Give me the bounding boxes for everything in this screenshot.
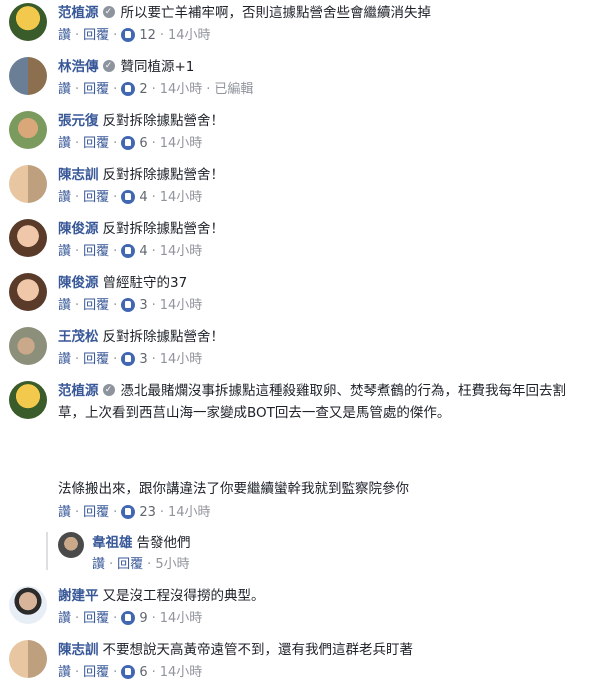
reply-thread-line — [46, 532, 48, 570]
comment-text: 又是沒工程沒得撈的典型。 — [102, 588, 265, 604]
comment-text: 所以要亡羊補牢啊，否則這據點營舍些會繼續消失掉 — [120, 5, 432, 21]
timestamp[interactable]: 5小時 — [155, 557, 189, 572]
like-count[interactable]: 4 — [139, 244, 147, 259]
like-count[interactable]: 23 — [139, 505, 156, 520]
like-reaction-icon[interactable] — [121, 351, 136, 366]
timestamp[interactable]: 14小時 — [160, 665, 203, 680]
like-button[interactable]: 讚 — [58, 136, 71, 151]
like-count[interactable]: 4 — [139, 190, 147, 205]
verified-icon: ✓ — [102, 6, 115, 18]
like-reaction-icon[interactable] — [121, 243, 136, 258]
edited-label[interactable]: 已編輯 — [214, 82, 253, 97]
like-button[interactable]: 讚 — [58, 665, 71, 680]
reply-button[interactable]: 回覆 — [83, 352, 109, 367]
timestamp[interactable]: 14小時 — [160, 190, 203, 205]
reply-button[interactable]: 回覆 — [83, 298, 109, 313]
commenter-name[interactable]: 陳俊源 — [58, 275, 99, 291]
like-count[interactable]: 2 — [139, 82, 147, 97]
commenter-name[interactable]: 范植源 — [58, 383, 99, 399]
like-reaction-icon[interactable] — [121, 27, 136, 42]
reply-button[interactable]: 回覆 — [83, 665, 109, 680]
like-count[interactable]: 12 — [139, 28, 156, 43]
commenter-name[interactable]: 陳志訓 — [58, 167, 99, 183]
like-button[interactable]: 讚 — [58, 352, 71, 367]
like-count[interactable]: 3 — [139, 298, 147, 313]
timestamp[interactable]: 14小時 — [168, 505, 211, 520]
comment-text: 曾經駐守的37 — [102, 275, 188, 291]
timestamp[interactable]: 14小時 — [160, 611, 203, 626]
like-button[interactable]: 讚 — [58, 82, 71, 97]
commenter-name[interactable]: 林浩傳 — [58, 59, 99, 75]
avatar[interactable] — [9, 3, 47, 41]
like-reaction-icon[interactable] — [121, 504, 136, 519]
like-button[interactable]: 讚 — [92, 557, 105, 572]
avatar[interactable] — [9, 273, 47, 311]
avatar[interactable] — [58, 532, 84, 558]
like-button[interactable]: 讚 — [58, 505, 71, 520]
like-button[interactable]: 讚 — [58, 298, 71, 313]
like-button[interactable]: 讚 — [58, 190, 71, 205]
avatar[interactable] — [9, 165, 47, 203]
comment-text: 反對拆除據點營舍！ — [102, 167, 225, 183]
like-count[interactable]: 9 — [139, 611, 147, 626]
comment-text: 反對拆除據點營舍！ — [102, 329, 225, 345]
timestamp[interactable]: 14小時 — [160, 298, 203, 313]
like-count[interactable]: 6 — [139, 136, 147, 151]
timestamp[interactable]: 14小時 — [168, 28, 211, 43]
verified-icon: ✓ — [102, 384, 115, 396]
like-reaction-icon[interactable] — [121, 189, 136, 204]
commenter-name[interactable]: 謝建平 — [58, 588, 99, 604]
comment-text: 不要想說天高黃帝遠管不到，還有我們這群老兵盯著 — [102, 642, 414, 658]
comment-text: 憑北最賭爛沒事拆據點這種殺雞取卵、焚琴煮鶴的行為，枉費我每年回去割草，上次看到西… — [58, 383, 566, 421]
like-count[interactable]: 6 — [139, 665, 147, 680]
timestamp[interactable]: 14小時 — [160, 82, 203, 97]
commenter-name[interactable]: 陳志訓 — [58, 642, 99, 658]
commenter-name[interactable]: 范植源 — [58, 5, 99, 21]
reply-button[interactable]: 回覆 — [83, 190, 109, 205]
avatar[interactable] — [9, 586, 47, 624]
commenter-name[interactable]: 韋祖雄 — [92, 535, 133, 551]
avatar[interactable] — [9, 57, 47, 95]
like-reaction-icon[interactable] — [121, 81, 136, 96]
comment-text: 反對拆除據點營舍！ — [102, 113, 225, 129]
like-button[interactable]: 讚 — [58, 28, 71, 43]
timestamp[interactable]: 14小時 — [160, 136, 203, 151]
avatar[interactable] — [9, 219, 47, 257]
reply-button[interactable]: 回覆 — [83, 28, 109, 43]
avatar[interactable] — [9, 111, 47, 149]
timestamp[interactable]: 14小時 — [160, 244, 203, 259]
like-button[interactable]: 讚 — [58, 611, 71, 626]
like-count[interactable]: 3 — [139, 352, 147, 367]
commenter-name[interactable]: 張元復 — [58, 113, 99, 129]
timestamp[interactable]: 14小時 — [160, 352, 203, 367]
avatar[interactable] — [9, 381, 47, 419]
commenter-name[interactable]: 王茂松 — [58, 329, 99, 345]
reply-button[interactable]: 回覆 — [83, 136, 109, 151]
comment-text: 贊同植源+1 — [120, 59, 195, 75]
avatar[interactable] — [9, 327, 47, 365]
avatar[interactable] — [9, 640, 47, 678]
reply-button[interactable]: 回覆 — [83, 505, 109, 520]
reply-button[interactable]: 回覆 — [117, 557, 143, 572]
like-button[interactable]: 讚 — [58, 244, 71, 259]
verified-icon: ✓ — [102, 60, 115, 72]
like-reaction-icon[interactable] — [121, 297, 136, 312]
comment-text: 告發他們 — [136, 535, 191, 551]
comment-text: 法條搬出來，跟你講違法了你要繼續蠻幹我就到監察院參你 — [58, 481, 409, 497]
like-reaction-icon[interactable] — [121, 135, 136, 150]
reply-button[interactable]: 回覆 — [83, 611, 109, 626]
like-reaction-icon[interactable] — [121, 664, 136, 679]
reply-button[interactable]: 回覆 — [83, 244, 109, 259]
commenter-name[interactable]: 陳俊源 — [58, 221, 99, 237]
like-reaction-icon[interactable] — [121, 610, 136, 625]
reply-button[interactable]: 回覆 — [83, 82, 109, 97]
comment-text: 反對拆除據點營舍！ — [102, 221, 225, 237]
